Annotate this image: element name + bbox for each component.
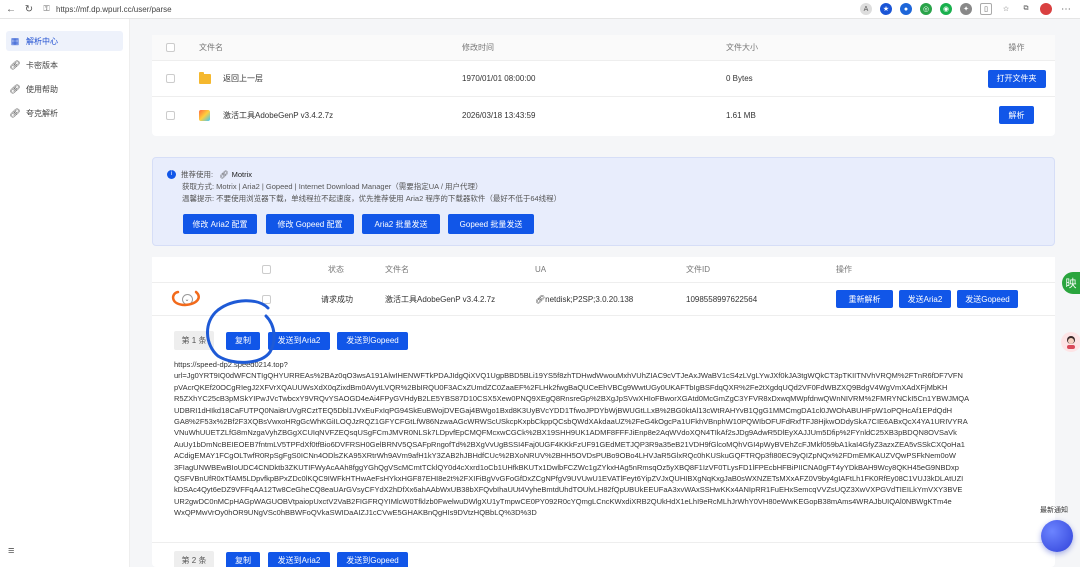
blue-annotation-circle <box>206 299 276 364</box>
orange-annotation-mark <box>171 290 200 307</box>
notice-label: 最新通知 <box>1040 507 1068 514</box>
avatar-icon <box>1067 336 1075 349</box>
annotation-overlay <box>171 290 276 364</box>
notice-button[interactable] <box>1041 520 1073 552</box>
side-badge[interactable]: 映 <box>1062 272 1080 294</box>
assistant-avatar[interactable] <box>1061 332 1080 352</box>
